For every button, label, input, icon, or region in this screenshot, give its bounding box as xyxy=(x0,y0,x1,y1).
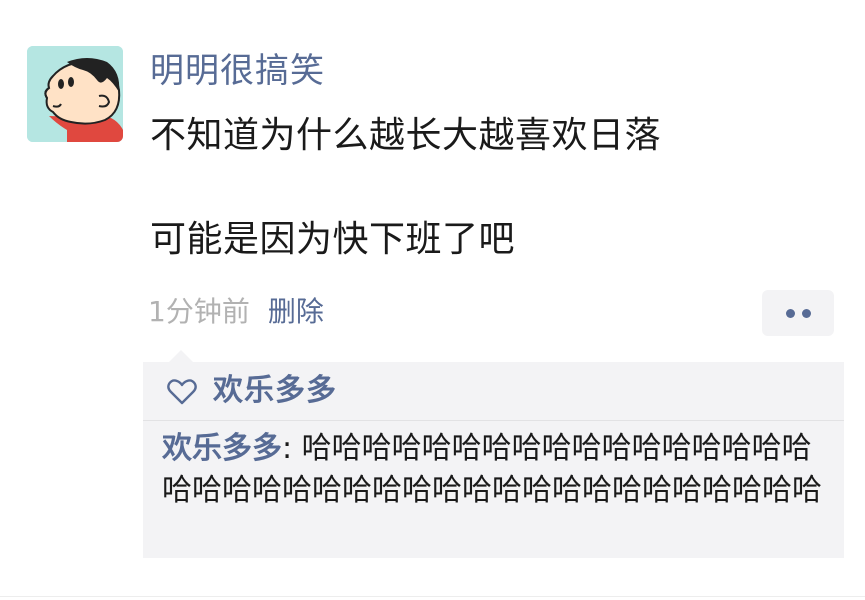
post-meta: 1分钟前 删除 xyxy=(148,293,324,331)
more-options-button[interactable] xyxy=(762,290,834,336)
more-dots-icon xyxy=(786,309,795,318)
cartoon-boy-avatar-icon xyxy=(27,46,123,142)
post-text-line: 可能是因为快下班了吧 xyxy=(150,219,516,260)
divider xyxy=(143,420,844,421)
post-timestamp: 1分钟前 xyxy=(148,295,250,328)
avatar[interactable] xyxy=(27,46,123,142)
like-user-name[interactable]: 欢乐多多 xyxy=(213,368,337,414)
divider xyxy=(0,596,865,597)
more-dots-icon xyxy=(802,309,811,318)
delete-button[interactable]: 删除 xyxy=(268,295,324,328)
comment-separator: : xyxy=(282,431,302,466)
moment-post: 明明很搞笑 不知道为什么越长大越喜欢日落 可能是因为快下班了吧 1分钟前 删除 欢… xyxy=(0,0,865,600)
comment-author[interactable]: 欢乐多多 xyxy=(162,431,282,466)
likes-comments-panel: 欢乐多多 欢乐多多: 哈哈哈哈哈哈哈哈哈哈哈哈哈哈哈哈哈哈哈哈哈哈哈哈哈哈哈哈哈… xyxy=(143,350,844,558)
comment-item[interactable]: 欢乐多多: 哈哈哈哈哈哈哈哈哈哈哈哈哈哈哈哈哈哈哈哈哈哈哈哈哈哈哈哈哈哈哈哈哈哈… xyxy=(162,428,832,512)
heart-outline-icon xyxy=(167,379,197,405)
post-text-line: 不知道为什么越长大越喜欢日落 xyxy=(150,115,662,156)
post-author-name[interactable]: 明明很搞笑 xyxy=(150,48,325,94)
